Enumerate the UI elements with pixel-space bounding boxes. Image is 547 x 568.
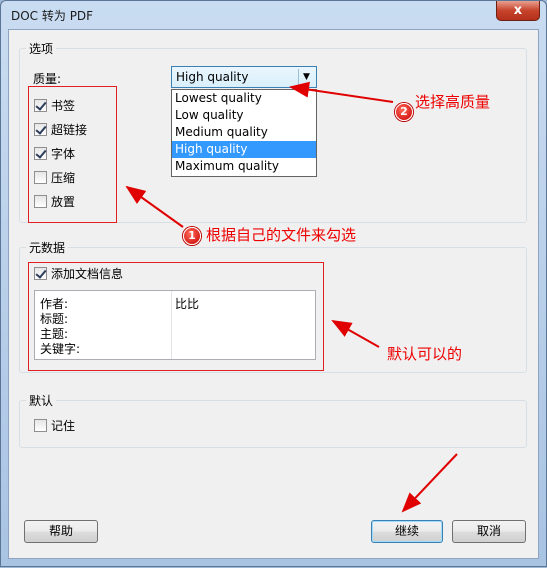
arrow-to-options (125, 185, 184, 228)
annotation-text-2: 选择高质量 (415, 93, 491, 111)
arrow-to-metadata (331, 320, 380, 348)
arrow-to-quality (289, 81, 394, 103)
arrow-to-continue (401, 453, 458, 513)
annotation-text-3: 默认可以的 (387, 345, 463, 363)
dialog-window: DOC 转为 PDF x 选项 质量: High quality ▼ Lowes… (0, 0, 547, 567)
annotation-badge-1: 1 (183, 227, 201, 245)
annotation-arrows (125, 81, 458, 513)
annotation-text-1: 根据自己的文件来勾选 (206, 226, 357, 244)
annotation-badge-2: 2 (395, 103, 413, 121)
